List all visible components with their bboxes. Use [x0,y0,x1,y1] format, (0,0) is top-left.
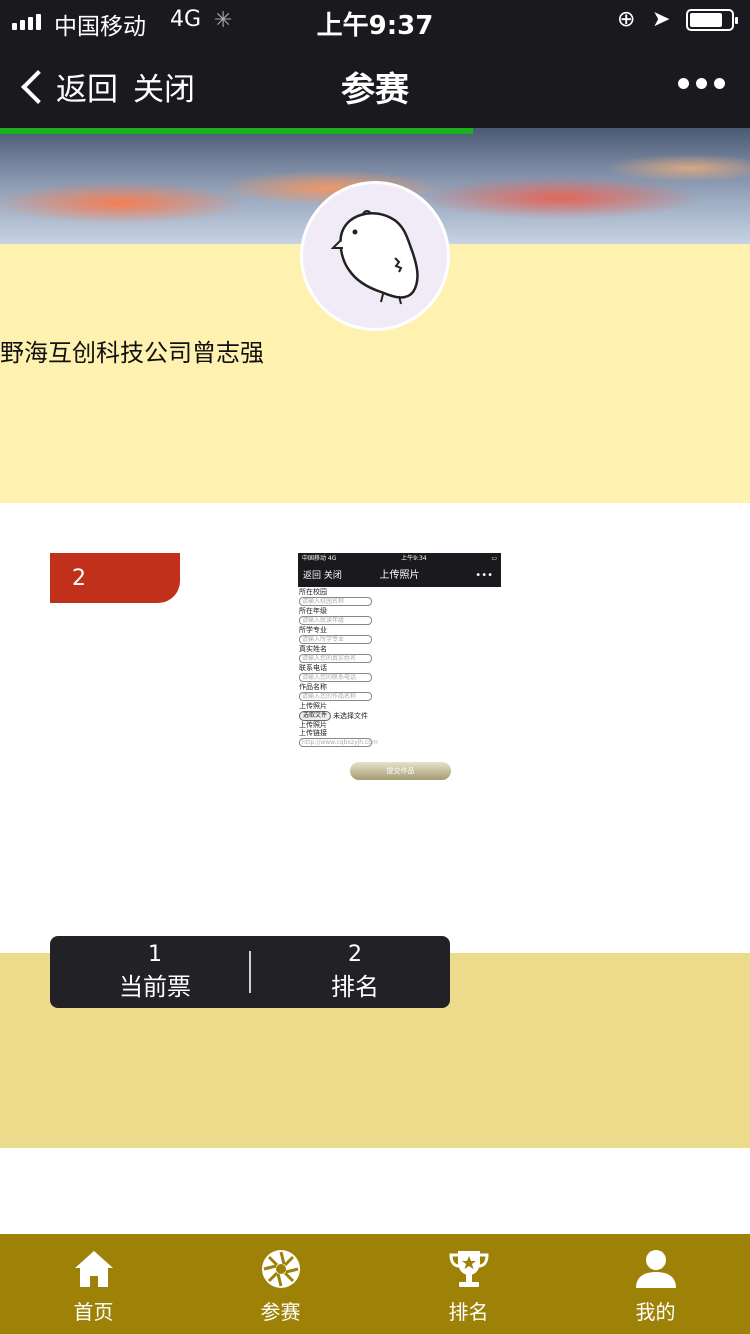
tab-ranking-label: 排名 [448,1300,489,1324]
aperture-icon [262,1250,300,1288]
mini-file-button: 选取文件 [299,711,332,721]
mini-submit-button: 提交作品 [350,762,451,780]
mini-field-label: 所学专业 [299,626,327,634]
mini-file-picker: 选取文件 未选择文件 [299,711,500,721]
mini-field-label: 作品名称 [299,683,327,691]
status-bar: 中国移动 4G ✳ 上午9:37 ⊕ ➤ [0,0,750,41]
tab-compete[interactable]: 参赛 [187,1234,374,1334]
tab-compete-label: 参赛 [260,1300,301,1324]
rank-value: 2 [348,942,362,967]
back-button[interactable]: 返回 [18,64,118,109]
participant-name: 野海互创科技公司曾志强 [0,339,264,367]
mini-link-input: http://www.cqbxzyjh.com [299,738,378,747]
bottom-tab-bar: 首页 参赛 排名 我的 [0,1234,750,1334]
tab-ranking[interactable]: 排名 [375,1234,562,1334]
home-icon [75,1251,113,1287]
mini-field-input: 请输入您的联系电话 [299,673,372,682]
avatar [300,181,450,331]
mini-field-label: 真实姓名 [299,645,327,653]
rotation-lock-icon: ⊕ [617,7,636,32]
mini-field: 真实姓名 请输入您的真实姓名 [299,645,500,664]
trophy-icon [449,1251,489,1287]
mini-upload-label: 上传照片 [299,702,327,710]
entry-screenshot-image[interactable]: 中国移动 4G 上午9:34 ▭ 返回 关闭 上传照片 ••• 所在校园 请输入… [298,553,501,781]
current-votes-stat: 1 当前票 [55,942,255,1002]
mini-nav-bar: 返回 关闭 上传照片 ••• [298,565,501,587]
tab-mine[interactable]: 我的 [562,1234,749,1334]
mini-field-label: 所在年级 [299,607,327,615]
tab-home-label: 首页 [73,1300,114,1324]
mini-status-bar: 中国移动 4G 上午9:34 ▭ [298,553,501,565]
mini-title: 上传照片 [379,570,420,581]
mini-field: 联系电话 请输入您的联系电话 [299,664,500,683]
mini-field: 所学专业 请输入所学专业 [299,626,500,645]
close-button[interactable]: 关闭 [133,64,195,109]
mini-field-input: 请输入您的作品名称 [299,692,372,701]
back-label: 返回 [56,72,118,108]
tab-mine-label: 我的 [635,1300,676,1324]
mini-more: ••• [475,570,493,581]
current-votes-value: 1 [148,942,162,967]
mini-field-label: 联系电话 [299,664,327,672]
rank-label: 排名 [331,973,379,1001]
user-icon [636,1250,676,1288]
mini-field: 所在校园 请输入校园名称 [299,588,500,607]
mini-time: 上午9:34 [401,555,427,562]
mini-field-input: 请输入就读年级 [299,616,372,625]
rank-stat: 2 排名 [255,942,455,1002]
mini-link-label: 上传链接 [299,729,327,737]
mini-carrier: 中国移动 4G [302,555,337,562]
page-load-progress [0,128,473,134]
location-arrow-icon: ➤ [652,7,671,32]
rank-badge: 2 [50,553,180,603]
navigation-bar: 返回 关闭 参赛 [0,40,750,128]
mini-field-input: 请输入所学专业 [299,635,372,644]
status-time: 上午9:37 [316,11,434,41]
more-dots-icon[interactable] [678,78,725,89]
mini-form: 所在校园 请输入校园名称 所在年级 请输入就读年级 所学专业 请输入所学专业 真… [298,587,501,748]
mini-field-input: 请输入您的真实姓名 [299,654,372,663]
vote-stats-panel: 1 当前票 2 排名 [50,936,450,1008]
mini-link-row: 上传链接 http://www.cqbxzyjh.com [299,729,500,748]
mini-battery-icon: ▭ [491,555,497,562]
mini-upload-label-2: 上传照片 [299,721,327,729]
mini-upload-row: 上传照片 选取文件 未选择文件 [299,702,500,721]
current-votes-label: 当前票 [119,973,191,1001]
mini-file-status: 未选择文件 [333,712,369,720]
mini-field-input: 请输入校园名称 [299,597,372,606]
tab-home[interactable]: 首页 [0,1234,187,1334]
mini-field: 作品名称 请输入您的作品名称 [299,683,500,702]
battery-icon [686,9,738,31]
stats-divider [249,951,251,993]
chevron-left-icon [21,69,55,104]
cartoon-bird-avatar-image [330,210,419,305]
mini-field-label: 所在校园 [299,588,327,596]
mini-field: 所在年级 请输入就读年级 [299,607,500,626]
